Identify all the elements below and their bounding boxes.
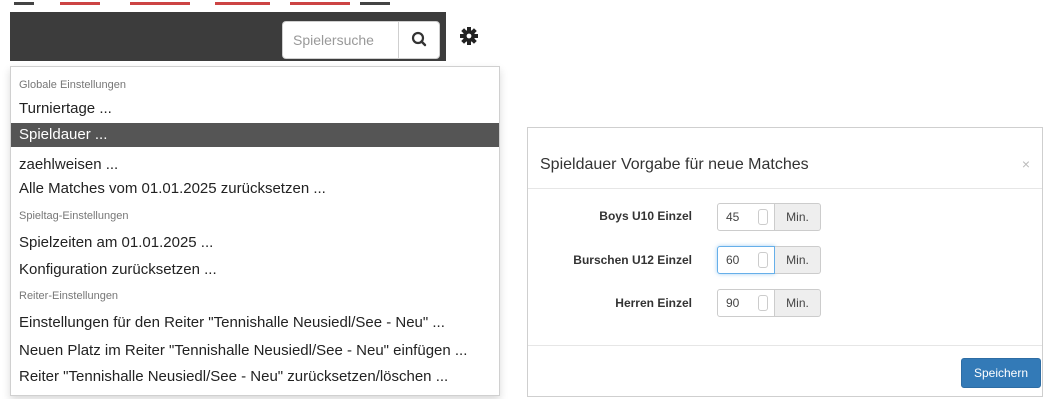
input-value: 45 xyxy=(726,210,740,224)
divider xyxy=(528,345,1042,346)
row-label: Herren Einzel xyxy=(615,296,692,310)
menu-item-reset-tab[interactable]: Reiter "Tennishalle Neusiedl/See - Neu" … xyxy=(11,365,499,389)
menu-item-reset-config[interactable]: Konfiguration zurücksetzen ... xyxy=(11,258,499,282)
input-value: 60 xyxy=(726,253,740,267)
divider xyxy=(528,188,1042,189)
menu-section-header: Spieltag-Einstellungen xyxy=(19,210,129,222)
close-icon[interactable]: × xyxy=(1022,156,1030,172)
unit-addon: Min. xyxy=(775,289,821,317)
spinner-icon[interactable] xyxy=(758,295,768,311)
menu-section-header: Reiter-Einstellungen xyxy=(19,290,119,302)
player-search-input[interactable]: Spielersuche xyxy=(282,21,398,59)
duration-input-boys-u10[interactable]: 45 xyxy=(717,203,775,231)
duration-input-herren[interactable]: 90 xyxy=(717,289,775,317)
input-value: 90 xyxy=(726,296,740,310)
modal-title: Spieldauer Vorgabe für neue Matches xyxy=(540,156,809,173)
spinner-icon[interactable] xyxy=(758,209,768,225)
menu-item-spieldauer[interactable]: Spieldauer ... xyxy=(11,123,499,147)
menu-item-tab-settings[interactable]: Einstellungen für den Reiter "Tennishall… xyxy=(11,311,499,335)
menu-item-spielzeiten[interactable]: Spielzeiten am 01.01.2025 ... xyxy=(11,231,499,255)
spinner-icon[interactable] xyxy=(758,252,768,268)
menu-item-zaehlweisen[interactable]: zaehlweisen ... xyxy=(11,153,499,177)
menu-item-add-court[interactable]: Neuen Platz im Reiter "Tennishalle Neusi… xyxy=(11,339,499,363)
settings-button[interactable] xyxy=(446,12,500,62)
menu-item-reset-matches[interactable]: Alle Matches vom 01.01.2025 zurücksetzen… xyxy=(11,177,499,201)
unit-addon: Min. xyxy=(775,203,821,231)
row-label: Burschen U12 Einzel xyxy=(573,253,692,267)
gear-icon xyxy=(460,27,478,45)
menu-section-header: Globale Einstellungen xyxy=(19,79,127,91)
duration-input-burschen-u12[interactable]: 60 xyxy=(717,246,775,274)
settings-dropdown-menu: Globale Einstellungen Turniertage ... Sp… xyxy=(10,66,500,396)
search-icon xyxy=(411,31,427,47)
top-strip xyxy=(0,0,505,8)
search-button[interactable] xyxy=(398,21,440,59)
match-duration-modal: Spieldauer Vorgabe für neue Matches × Bo… xyxy=(527,127,1043,397)
save-button[interactable]: Speichern xyxy=(961,358,1041,388)
unit-addon: Min. xyxy=(775,246,821,274)
menu-item-turniertage[interactable]: Turniertage ... xyxy=(11,97,499,121)
row-label: Boys U10 Einzel xyxy=(599,209,692,223)
